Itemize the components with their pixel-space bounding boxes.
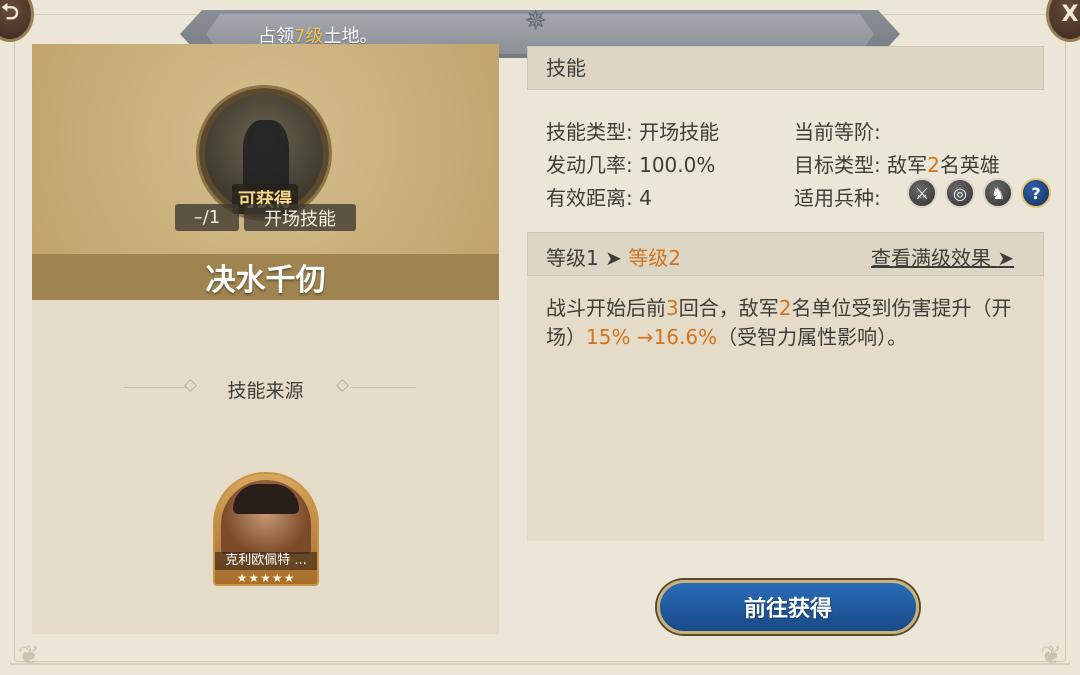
- unit-type-label: 适用兵种:: [794, 186, 881, 210]
- current-tier-label: 当前等阶:: [794, 120, 881, 144]
- hero-stars: ★★★★★: [236, 571, 296, 585]
- target-count: 2: [927, 153, 940, 177]
- sword-icon[interactable]: ⚔: [907, 178, 937, 208]
- compass-emblem-icon: ✵: [524, 4, 548, 37]
- skill-card-panel: 可获得 –/1 开场技能 决水千仞 技能来源 克利欧佩特 ... ★★★★★: [32, 44, 499, 634]
- horse-icon[interactable]: ♞: [983, 178, 1013, 208]
- skill-source-title: 技能来源: [227, 380, 304, 402]
- desc-rounds: 3: [666, 296, 679, 320]
- archery-target-icon[interactable]: ◎: [945, 178, 975, 208]
- trigger-rate-row: 发动几率: 100.0%: [546, 149, 715, 178]
- bottom-divider: [10, 663, 1070, 665]
- skill-art-figure: [243, 120, 289, 190]
- level-from: 等级1: [546, 246, 599, 270]
- target-type-label: 目标类型:: [794, 153, 881, 177]
- skill-description: 战斗开始后前3回合，敌军2名单位受到伤害提升（开场）15% →16.6%（受智力…: [546, 294, 1036, 352]
- desc-part: （受智力属性影响）。: [717, 325, 908, 349]
- back-arrow-icon: ⮌: [1, 0, 19, 25]
- range-row: 有效距离: 4: [546, 182, 652, 211]
- target-type-row: 目标类型: 敌军2名英雄: [794, 149, 1000, 178]
- desc-pct-to: 16.6%: [653, 325, 718, 349]
- hero-card[interactable]: 克利欧佩特 ... ★★★★★: [213, 472, 319, 586]
- skill-type-label: 技能类型:: [546, 120, 633, 144]
- hero-name: 克利欧佩特 ...: [215, 552, 317, 570]
- level-to: 等级2: [628, 246, 681, 270]
- target-type-suffix: 名英雄: [939, 153, 1000, 177]
- skill-type-value: 开场技能: [639, 120, 720, 144]
- desc-units: 2: [778, 296, 792, 320]
- go-obtain-button[interactable]: 前往获得: [657, 580, 919, 634]
- desc-pct-from: 15%: [586, 325, 631, 349]
- desc-arrow: →: [630, 325, 654, 349]
- chevron-right-icon: ➤: [605, 246, 622, 270]
- view-max-level-link[interactable]: 查看满级效果 ➤: [871, 242, 1014, 271]
- current-tier-row: 当前等阶:: [794, 116, 881, 145]
- section-header-skill: 技能: [527, 46, 1044, 90]
- view-max-level-label: 查看满级效果: [871, 246, 991, 270]
- skill-level-tag: –/1: [175, 204, 239, 231]
- corner-ornament-icon: ❦: [18, 641, 40, 671]
- skill-type-tag: 开场技能: [244, 204, 356, 231]
- help-icon[interactable]: ?: [1021, 178, 1051, 208]
- target-type-prefix: 敌军: [887, 153, 928, 177]
- hero-portrait-hair: [233, 484, 299, 514]
- skill-type-row: 技能类型: 开场技能: [546, 116, 719, 145]
- trigger-rate-value: 100.0%: [639, 153, 716, 177]
- close-icon: X: [1061, 1, 1079, 27]
- corner-ornament-icon: ❦: [1040, 641, 1062, 671]
- unit-type-row: 适用兵种:: [794, 182, 881, 211]
- trigger-rate-label: 发动几率:: [546, 153, 633, 177]
- desc-part: 战斗开始后前: [546, 296, 666, 320]
- skill-name: 决水千仞: [32, 254, 499, 300]
- level-progression: 等级1 ➤ 等级2: [546, 242, 681, 271]
- desc-part: 回合，敌军: [678, 296, 779, 320]
- chevron-right-icon: ➤: [997, 246, 1015, 270]
- range-label: 有效距离:: [546, 186, 633, 210]
- range-value: 4: [639, 186, 652, 210]
